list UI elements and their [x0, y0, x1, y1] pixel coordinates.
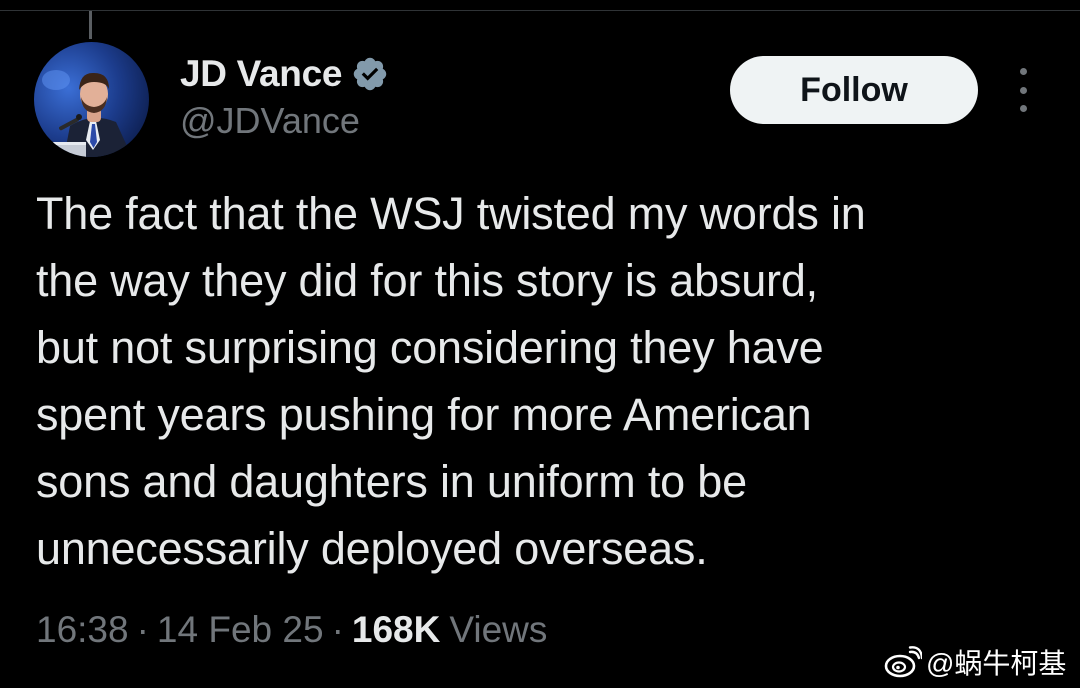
- tweet-text-line: The fact that the WSJ twisted my words i…: [36, 188, 866, 239]
- tweet-text-line: unnecessarily deployed overseas.: [36, 523, 708, 574]
- more-dot: [1019, 86, 1027, 94]
- weibo-icon: [884, 646, 924, 678]
- author-name-row: JD Vance: [180, 50, 389, 98]
- thread-connector-line: [89, 11, 92, 39]
- more-options-icon[interactable]: [1010, 68, 1036, 112]
- tweet-time[interactable]: 16:38: [36, 609, 129, 651]
- top-divider: [0, 10, 1080, 11]
- verified-badge-icon[interactable]: [351, 55, 389, 93]
- follow-button[interactable]: Follow: [730, 56, 978, 124]
- watermark: @蜗牛柯基: [884, 642, 1066, 682]
- tweet-text-line: but not surprising considering they have: [36, 322, 824, 373]
- more-dot: [1019, 105, 1027, 112]
- watermark-text: @蜗牛柯基: [926, 648, 1067, 679]
- views-label[interactable]: Views: [449, 609, 547, 651]
- tweet-meta: 16:38 · 14 Feb 25 · 168K Views: [36, 606, 547, 654]
- tweet-date[interactable]: 14 Feb 25: [157, 609, 324, 651]
- author-handle[interactable]: @JDVance: [180, 100, 360, 142]
- meta-separator: ·: [136, 609, 149, 650]
- meta-separator: ·: [331, 609, 344, 650]
- tweet-text-line: the way they did for this story is absur…: [36, 255, 818, 306]
- display-name[interactable]: JD Vance: [180, 53, 342, 95]
- more-dot: [1019, 68, 1027, 75]
- tweet-text-line: sons and daughters in uniform to be: [36, 456, 747, 507]
- avatar[interactable]: [34, 42, 149, 157]
- views-count[interactable]: 168K: [352, 609, 440, 651]
- tweet-text: The fact that the WSJ twisted my words i…: [36, 180, 1056, 582]
- tweet-text-line: spent years pushing for more American: [36, 389, 812, 440]
